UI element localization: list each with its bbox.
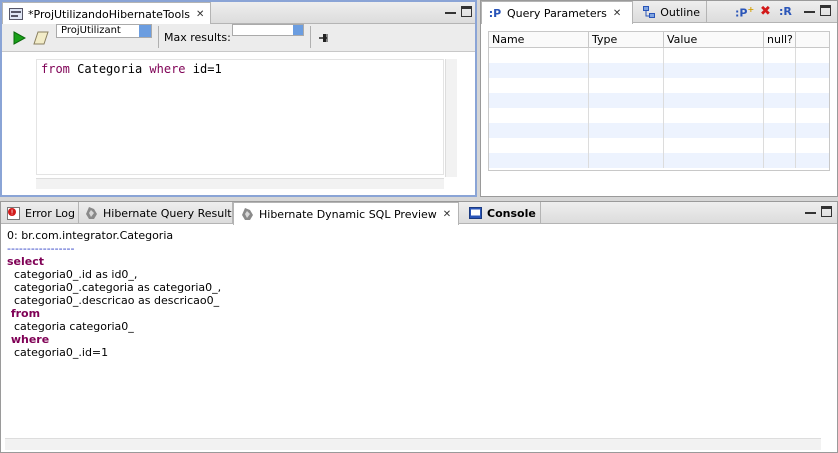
query-entity: Categoria (77, 62, 143, 76)
keyword-where: where (149, 62, 186, 76)
close-icon[interactable]: ✕ (443, 209, 451, 220)
maximize-icon[interactable] (461, 6, 472, 17)
tab-outline[interactable]: Outline (637, 1, 707, 23)
tab-hibernate-sql-preview-label: Hibernate Dynamic SQL Preview (259, 207, 437, 221)
tab-hibernate-query-result[interactable]: Hibernate Query Result (79, 202, 233, 224)
run-icon[interactable] (12, 31, 27, 48)
hql-editor-pane: *ProjUtilizandoHibernateTools ✕ ProjUtil… (0, 0, 477, 197)
query-condition: id=1 (192, 62, 222, 76)
bottom-views-pane: ! Error Log Hibernate Query Result Hiber… (0, 201, 838, 453)
sql-horizontal-scrollbar[interactable] (5, 438, 821, 450)
editor-horizontal-scrollbar[interactable] (36, 178, 444, 189)
maximize-icon[interactable] (821, 206, 832, 217)
console-icon (469, 206, 482, 220)
add-parameter-icon[interactable]: :P+ (735, 5, 754, 20)
query-parameters-pane: :P Query Parameters ✕ Outline :P+ ✖ :R N… (480, 0, 838, 197)
minimize-icon[interactable] (804, 7, 815, 13)
tab-console-label: Console (487, 206, 536, 220)
tab-query-parameters[interactable]: :P Query Parameters ✕ (481, 1, 633, 24)
tab-hql-editor[interactable]: *ProjUtilizandoHibernateTools ✕ (2, 2, 211, 25)
query-parameters-table[interactable]: Name Type Value null? (488, 31, 830, 171)
error-log-icon: ! (7, 206, 20, 220)
editor-tabbar: *ProjUtilizandoHibernateTools ✕ (2, 2, 475, 25)
table-row[interactable] (489, 138, 829, 153)
sql-column: categoria0_.descricao as descricao0_ (7, 294, 220, 307)
max-results-input[interactable] (232, 24, 304, 36)
hibernate-icon (240, 207, 254, 221)
tab-outline-label: Outline (660, 5, 700, 19)
tab-error-log[interactable]: ! Error Log (1, 202, 79, 224)
tab-query-parameters-label: Query Parameters (507, 6, 607, 20)
outline-icon (643, 5, 656, 19)
sql-preview-text: 0: br.com.integrator.Categoria ----------… (7, 229, 221, 359)
toolbar-separator (158, 26, 159, 48)
remove-parameter-icon[interactable]: ✖ (760, 4, 771, 19)
tab-hql-editor-label: *ProjUtilizandoHibernateTools (28, 7, 191, 21)
pin-icon[interactable] (317, 32, 329, 47)
column-type[interactable]: Type (589, 32, 664, 47)
tab-error-log-label: Error Log (25, 206, 75, 220)
table-row[interactable] (489, 123, 829, 138)
sql-from: from (7, 307, 41, 320)
column-null[interactable]: null? (764, 32, 796, 47)
minimize-icon[interactable] (805, 208, 816, 214)
table-row[interactable] (489, 108, 829, 123)
sql-column: categoria0_.categoria as categoria0_, (7, 281, 222, 294)
keyword-from: from (41, 62, 70, 76)
hql-file-icon (9, 7, 23, 21)
editor-toolbar: ProjUtilizant Max results: (2, 24, 475, 52)
table-row[interactable] (489, 63, 829, 78)
sql-header: 0: br.com.integrator.Categoria (7, 229, 174, 242)
hibernate-icon (85, 206, 98, 220)
toolbar-separator (310, 26, 311, 48)
editor-vertical-scrollbar[interactable] (445, 59, 457, 177)
tab-console[interactable]: Console (463, 202, 541, 224)
table-row[interactable] (489, 93, 829, 108)
input-arrow-icon (293, 25, 303, 35)
tab-hibernate-sql-preview[interactable]: Hibernate Dynamic SQL Preview ✕ (233, 202, 459, 225)
eraser-icon[interactable] (33, 31, 49, 48)
sql-column: categoria0_.id as id0_, (7, 268, 138, 281)
params-tabbar: :P Query Parameters ✕ Outline :P+ ✖ :R (481, 1, 837, 24)
close-icon[interactable]: ✕ (613, 8, 621, 19)
sql-table: categoria categoria0_ (7, 320, 134, 333)
close-icon[interactable]: ✕ (196, 9, 204, 20)
sql-condition: categoria0_.id=1 (7, 346, 109, 359)
bottom-tabbar: ! Error Log Hibernate Query Result Hiber… (1, 202, 837, 225)
configuration-select[interactable]: ProjUtilizant (56, 24, 152, 38)
table-row[interactable] (489, 78, 829, 93)
remove-all-parameters-icon[interactable]: :R (779, 5, 792, 18)
tab-hibernate-query-result-label: Hibernate Query Result (103, 206, 232, 220)
column-name[interactable]: Name (489, 32, 589, 47)
sql-divider: ----------------- (7, 242, 75, 255)
sql-where: where (7, 333, 50, 346)
hql-query-editor[interactable]: from Categoria where id=1 (36, 59, 444, 175)
svg-text:!: ! (11, 208, 14, 216)
max-results-label: Max results: (164, 31, 231, 44)
query-params-icon: :P (488, 6, 502, 20)
minimize-icon[interactable] (445, 8, 456, 14)
table-row[interactable] (489, 153, 829, 168)
table-row[interactable] (489, 48, 829, 63)
maximize-icon[interactable] (820, 5, 831, 16)
table-header: Name Type Value null? (489, 32, 829, 48)
sql-select: select (7, 255, 45, 268)
select-arrow-icon (139, 25, 151, 37)
column-value[interactable]: Value (664, 32, 764, 47)
configuration-select-value: ProjUtilizant (61, 25, 121, 36)
column-filler (796, 32, 829, 47)
